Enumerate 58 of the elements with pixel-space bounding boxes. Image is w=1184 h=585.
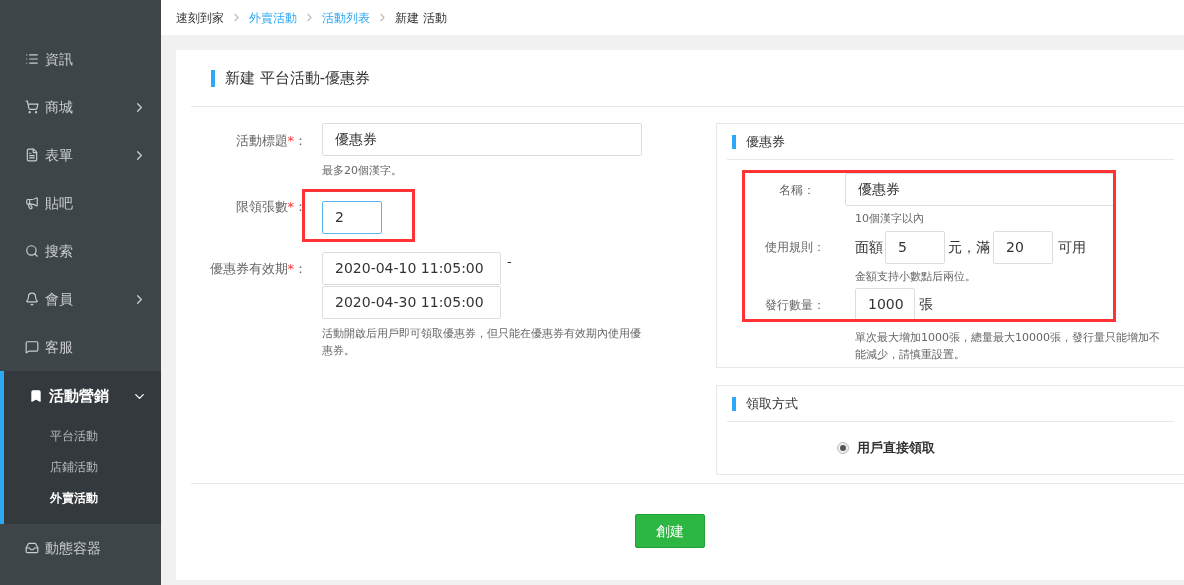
sidebar-item[interactable]: 搜索 (0, 227, 161, 275)
radio-label[interactable]: 用戶直接領取 (857, 438, 935, 458)
rule-text: 可用 (1058, 237, 1086, 257)
sidebar-item[interactable]: 動態容器 (0, 524, 161, 572)
input-field[interactable]: 1000 (855, 288, 915, 321)
field-hint: 最多20個漢字。 (322, 163, 403, 179)
breadcrumb-item: 速刻到家 (176, 9, 224, 27)
rule-text: 元，滿 (948, 237, 990, 257)
field-hint: 活動開啟后用戶即可領取優惠券，但只能在優惠券有效期內使用優惠券。 (322, 326, 642, 359)
input-field[interactable]: 5 (885, 230, 945, 264)
bell-icon (25, 292, 39, 306)
sidebar-item[interactable]: 貼吧 (0, 179, 161, 227)
label-colon: ： (294, 261, 307, 276)
megaphone-icon (25, 196, 39, 210)
field-label: 名稱： (777, 181, 815, 199)
field-hint: 金額支持小數點后兩位。 (855, 268, 977, 285)
sidebar-item[interactable]: 客服 (0, 323, 161, 371)
sidebar-item[interactable]: 會員 (0, 275, 161, 323)
input-field[interactable]: 優惠券 (844, 173, 1116, 206)
radio-button[interactable] (837, 442, 849, 454)
label-colon: ： (294, 199, 307, 214)
cart-icon (25, 100, 39, 114)
sidebar-item[interactable]: 活動營銷 (4, 372, 161, 420)
input-field[interactable]: 2020-04-10 11:05:00 (322, 252, 501, 285)
range-separator: - (507, 253, 512, 271)
field-label: 使用規則： (764, 239, 825, 256)
input-field[interactable]: 20 (993, 230, 1053, 264)
field-label: 優惠券有效期*： (208, 260, 307, 278)
field-label: 限領張數*： (234, 198, 307, 216)
search-icon (25, 244, 39, 258)
rule-text: 面額 (855, 237, 883, 257)
field-hint: 單次最大增加1000張，總量最大10000張，發行量只能增加不能減少，請慎重設置。 (855, 330, 1161, 363)
required-mark: * (287, 261, 294, 276)
list-icon (25, 52, 39, 66)
required-mark: * (287, 199, 294, 214)
sidebar-item[interactable]: 表單 (0, 131, 161, 179)
panel-title: 優惠券 (746, 132, 785, 151)
document-icon (25, 148, 39, 162)
panel-title: 領取方式 (746, 394, 798, 413)
chat-icon (25, 340, 39, 354)
page-title: 新建 平台活動-優惠券 (225, 67, 371, 89)
submenu-item[interactable]: 店鋪活動 (4, 451, 161, 482)
label-colon: ： (294, 133, 307, 148)
breadcrumb-item: 新建 活動 (395, 9, 447, 27)
field-hint: 10個漢字以內 (855, 211, 925, 227)
unit-text: 張 (919, 295, 933, 314)
required-mark: * (287, 133, 294, 148)
sidebar-item[interactable]: 資訊 (0, 35, 161, 83)
inbox-icon (25, 541, 39, 555)
input-field[interactable]: 2020-04-30 11:05:00 (322, 286, 501, 319)
input-field[interactable]: 2 (322, 201, 382, 234)
sidebar-item[interactable]: 商城 (0, 83, 161, 131)
field-label: 活動標題*： (234, 132, 307, 150)
field-label: 發行數量： (764, 296, 825, 314)
submenu-item[interactable]: 平台活動 (4, 420, 161, 451)
bookmark-icon (29, 389, 43, 403)
input-field[interactable]: 優惠券 (322, 123, 642, 156)
submenu-item[interactable]: 外賣活動 (4, 482, 161, 513)
